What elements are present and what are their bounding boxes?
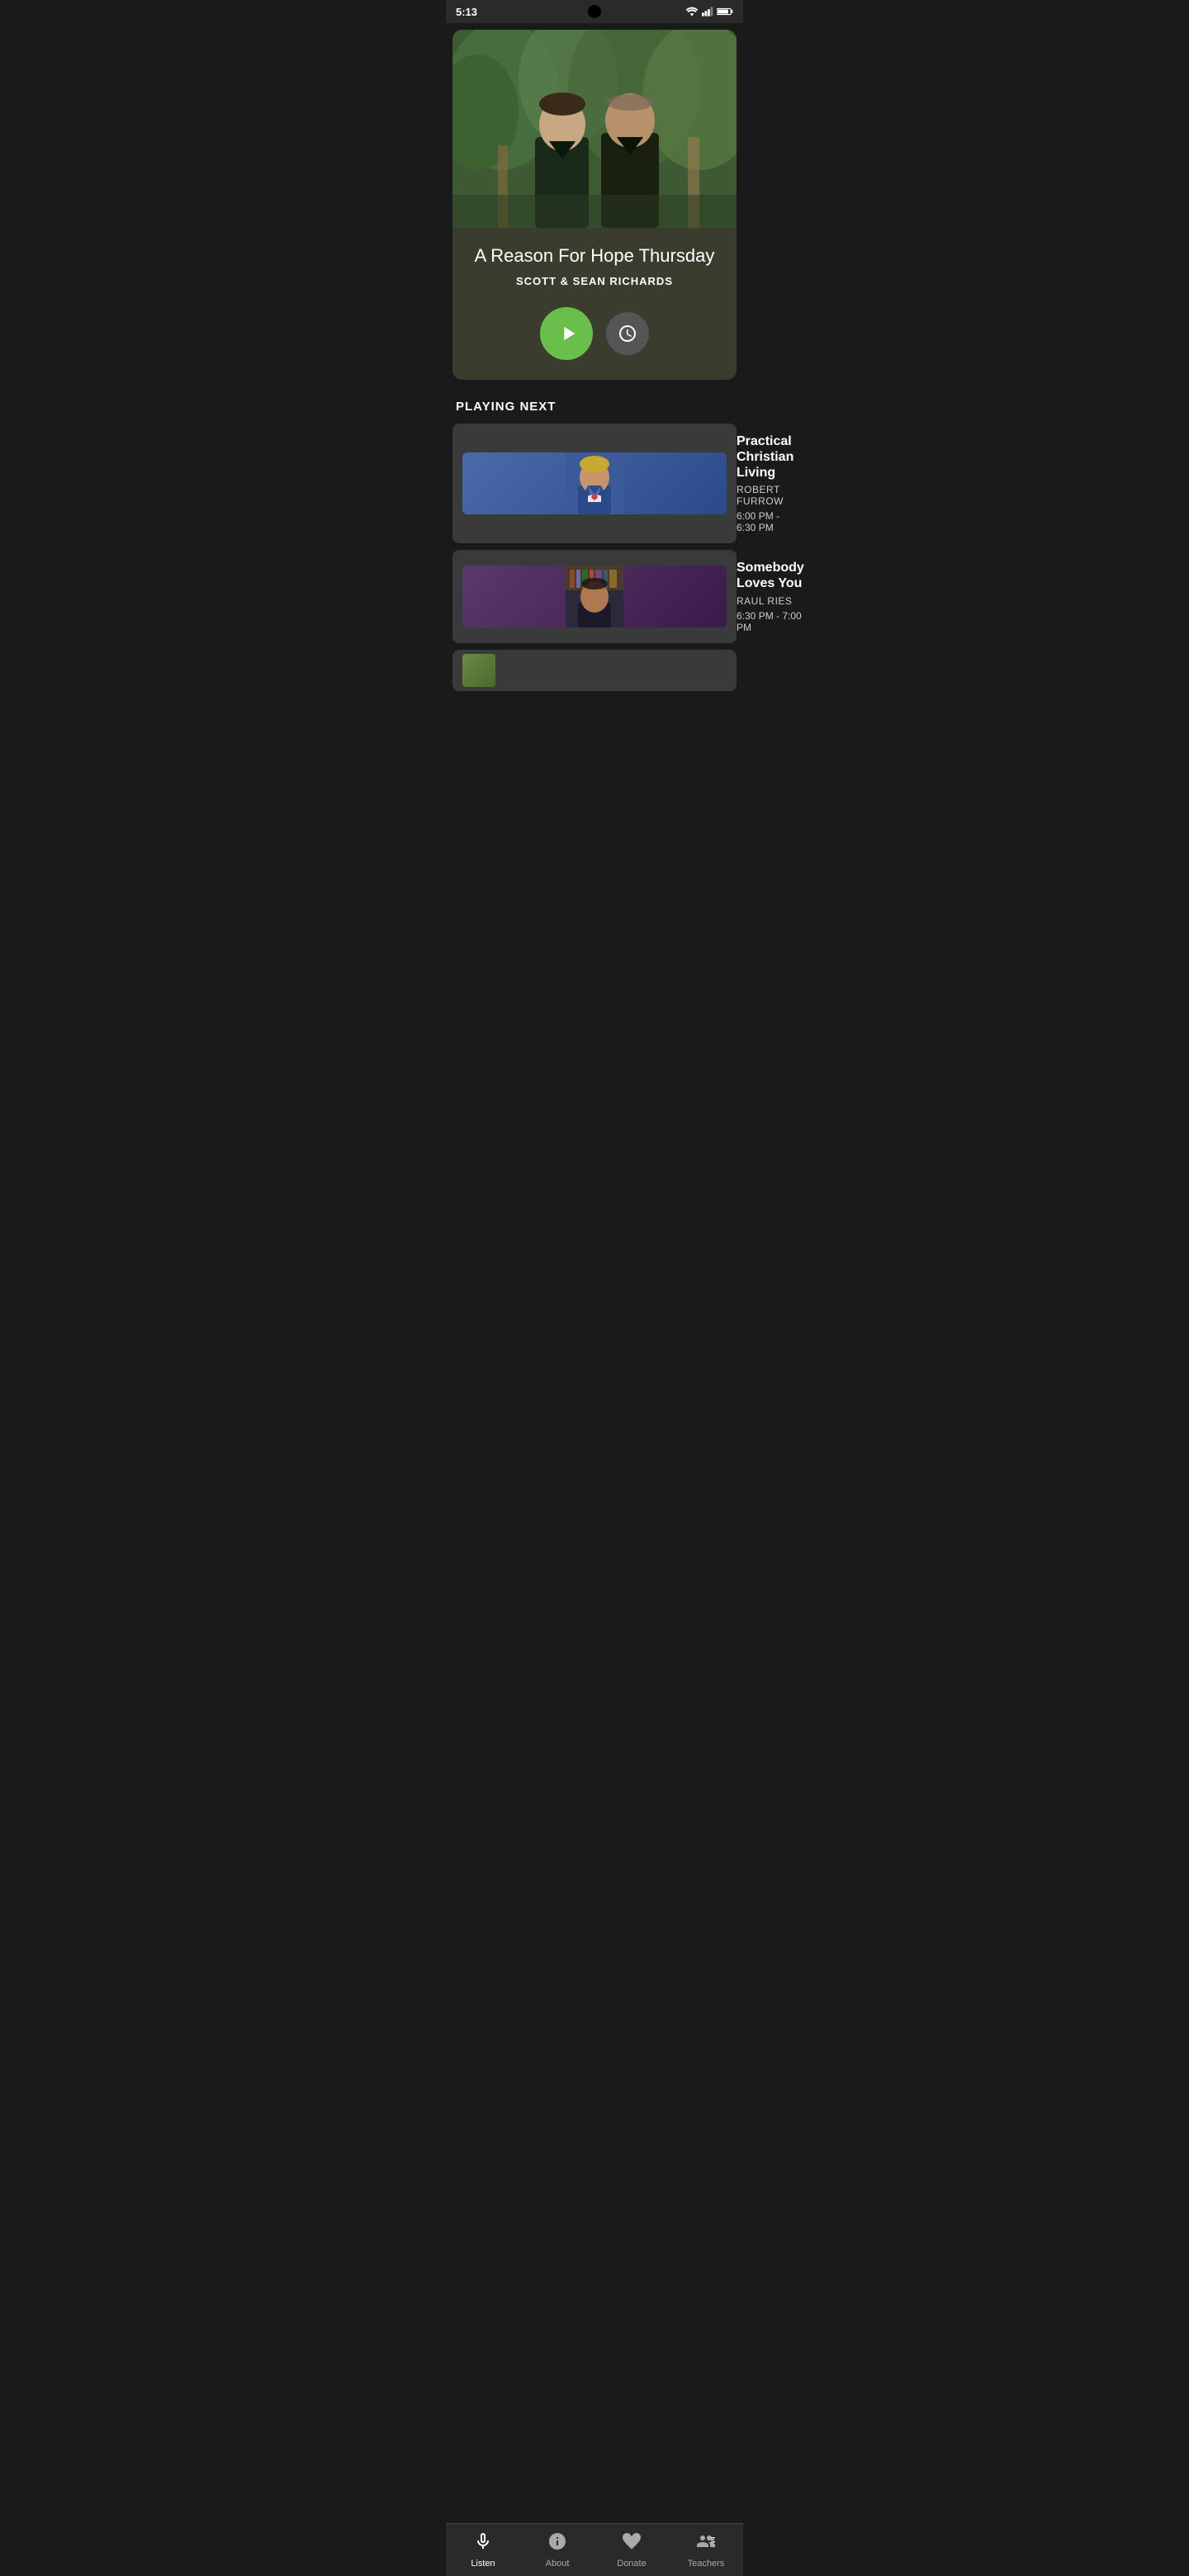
playing-next-section: PLAYING NEXT P — [446, 386, 743, 704]
play-icon — [557, 322, 580, 345]
wifi-icon — [685, 7, 699, 17]
donate-label: Donate — [617, 2559, 646, 2569]
program-card-1[interactable]: Practical Christian Living ROBERT FURROW… — [452, 424, 737, 544]
listen-label: Listen — [471, 2559, 495, 2569]
hero-illustration — [452, 30, 737, 228]
program-card-2[interactable]: Somebody Loves You RAUL RIES 6:30 PM - 7… — [452, 550, 737, 642]
nav-teachers[interactable]: Teachers — [669, 2524, 743, 2576]
sly-person-avatar — [566, 566, 623, 627]
status-time: 5:13 — [456, 6, 477, 18]
hero-controls — [466, 307, 723, 360]
nav-listen[interactable]: Listen — [446, 2524, 520, 2576]
program-host-2: RAUL RIES — [737, 595, 804, 607]
camera-notch — [588, 5, 601, 18]
program-info-2: Somebody Loves You RAUL RIES 6:30 PM - 7… — [737, 560, 804, 632]
nav-donate[interactable]: Donate — [594, 2524, 669, 2576]
play-button[interactable] — [540, 307, 593, 360]
pcl-person-avatar — [566, 452, 623, 514]
program-time-2: 6:30 PM - 7:00 PM — [737, 610, 804, 633]
signal-icon — [702, 7, 713, 17]
program-name-2: Somebody Loves You — [737, 560, 804, 591]
about-icon — [547, 2531, 567, 2555]
teachers-label: Teachers — [688, 2559, 725, 2569]
donate-icon — [622, 2531, 642, 2555]
listen-icon — [473, 2531, 493, 2555]
hero-info: A Reason For Hope Thursday SCOTT & SEAN … — [452, 228, 737, 380]
schedule-button[interactable] — [606, 312, 649, 355]
program-name-1: Practical Christian Living — [737, 433, 793, 481]
host-name: SCOTT & SEAN RICHARDS — [466, 275, 723, 287]
bottom-nav: Listen About Donate Teachers — [446, 2523, 743, 2576]
program-thumbnail-2 — [462, 566, 727, 627]
heart-hand-icon — [622, 2531, 642, 2551]
status-bar: 5:13 — [446, 0, 743, 23]
program-thumbnail-1 — [462, 452, 727, 514]
microphone-icon — [473, 2531, 493, 2551]
hero-image — [452, 30, 737, 228]
teachers-icon — [696, 2531, 716, 2555]
person-list-icon — [696, 2531, 716, 2551]
show-title: A Reason For Hope Thursday — [466, 244, 723, 268]
hero-card: A Reason For Hope Thursday SCOTT & SEAN … — [452, 30, 737, 380]
battery-icon — [717, 7, 733, 17]
nav-about[interactable]: About — [520, 2524, 594, 2576]
clock-icon — [618, 324, 637, 343]
program-info-1: Practical Christian Living ROBERT FURROW… — [737, 433, 793, 534]
partial-program-card[interactable] — [452, 650, 737, 691]
program-time-1: 6:00 PM - 6:30 PM — [737, 510, 793, 533]
partial-thumbnail — [462, 654, 495, 687]
program-host-1: ROBERT FURROW — [737, 484, 793, 507]
status-icons — [685, 7, 733, 17]
section-title: PLAYING NEXT — [452, 400, 737, 414]
info-icon — [547, 2531, 567, 2551]
about-label: About — [546, 2559, 570, 2569]
